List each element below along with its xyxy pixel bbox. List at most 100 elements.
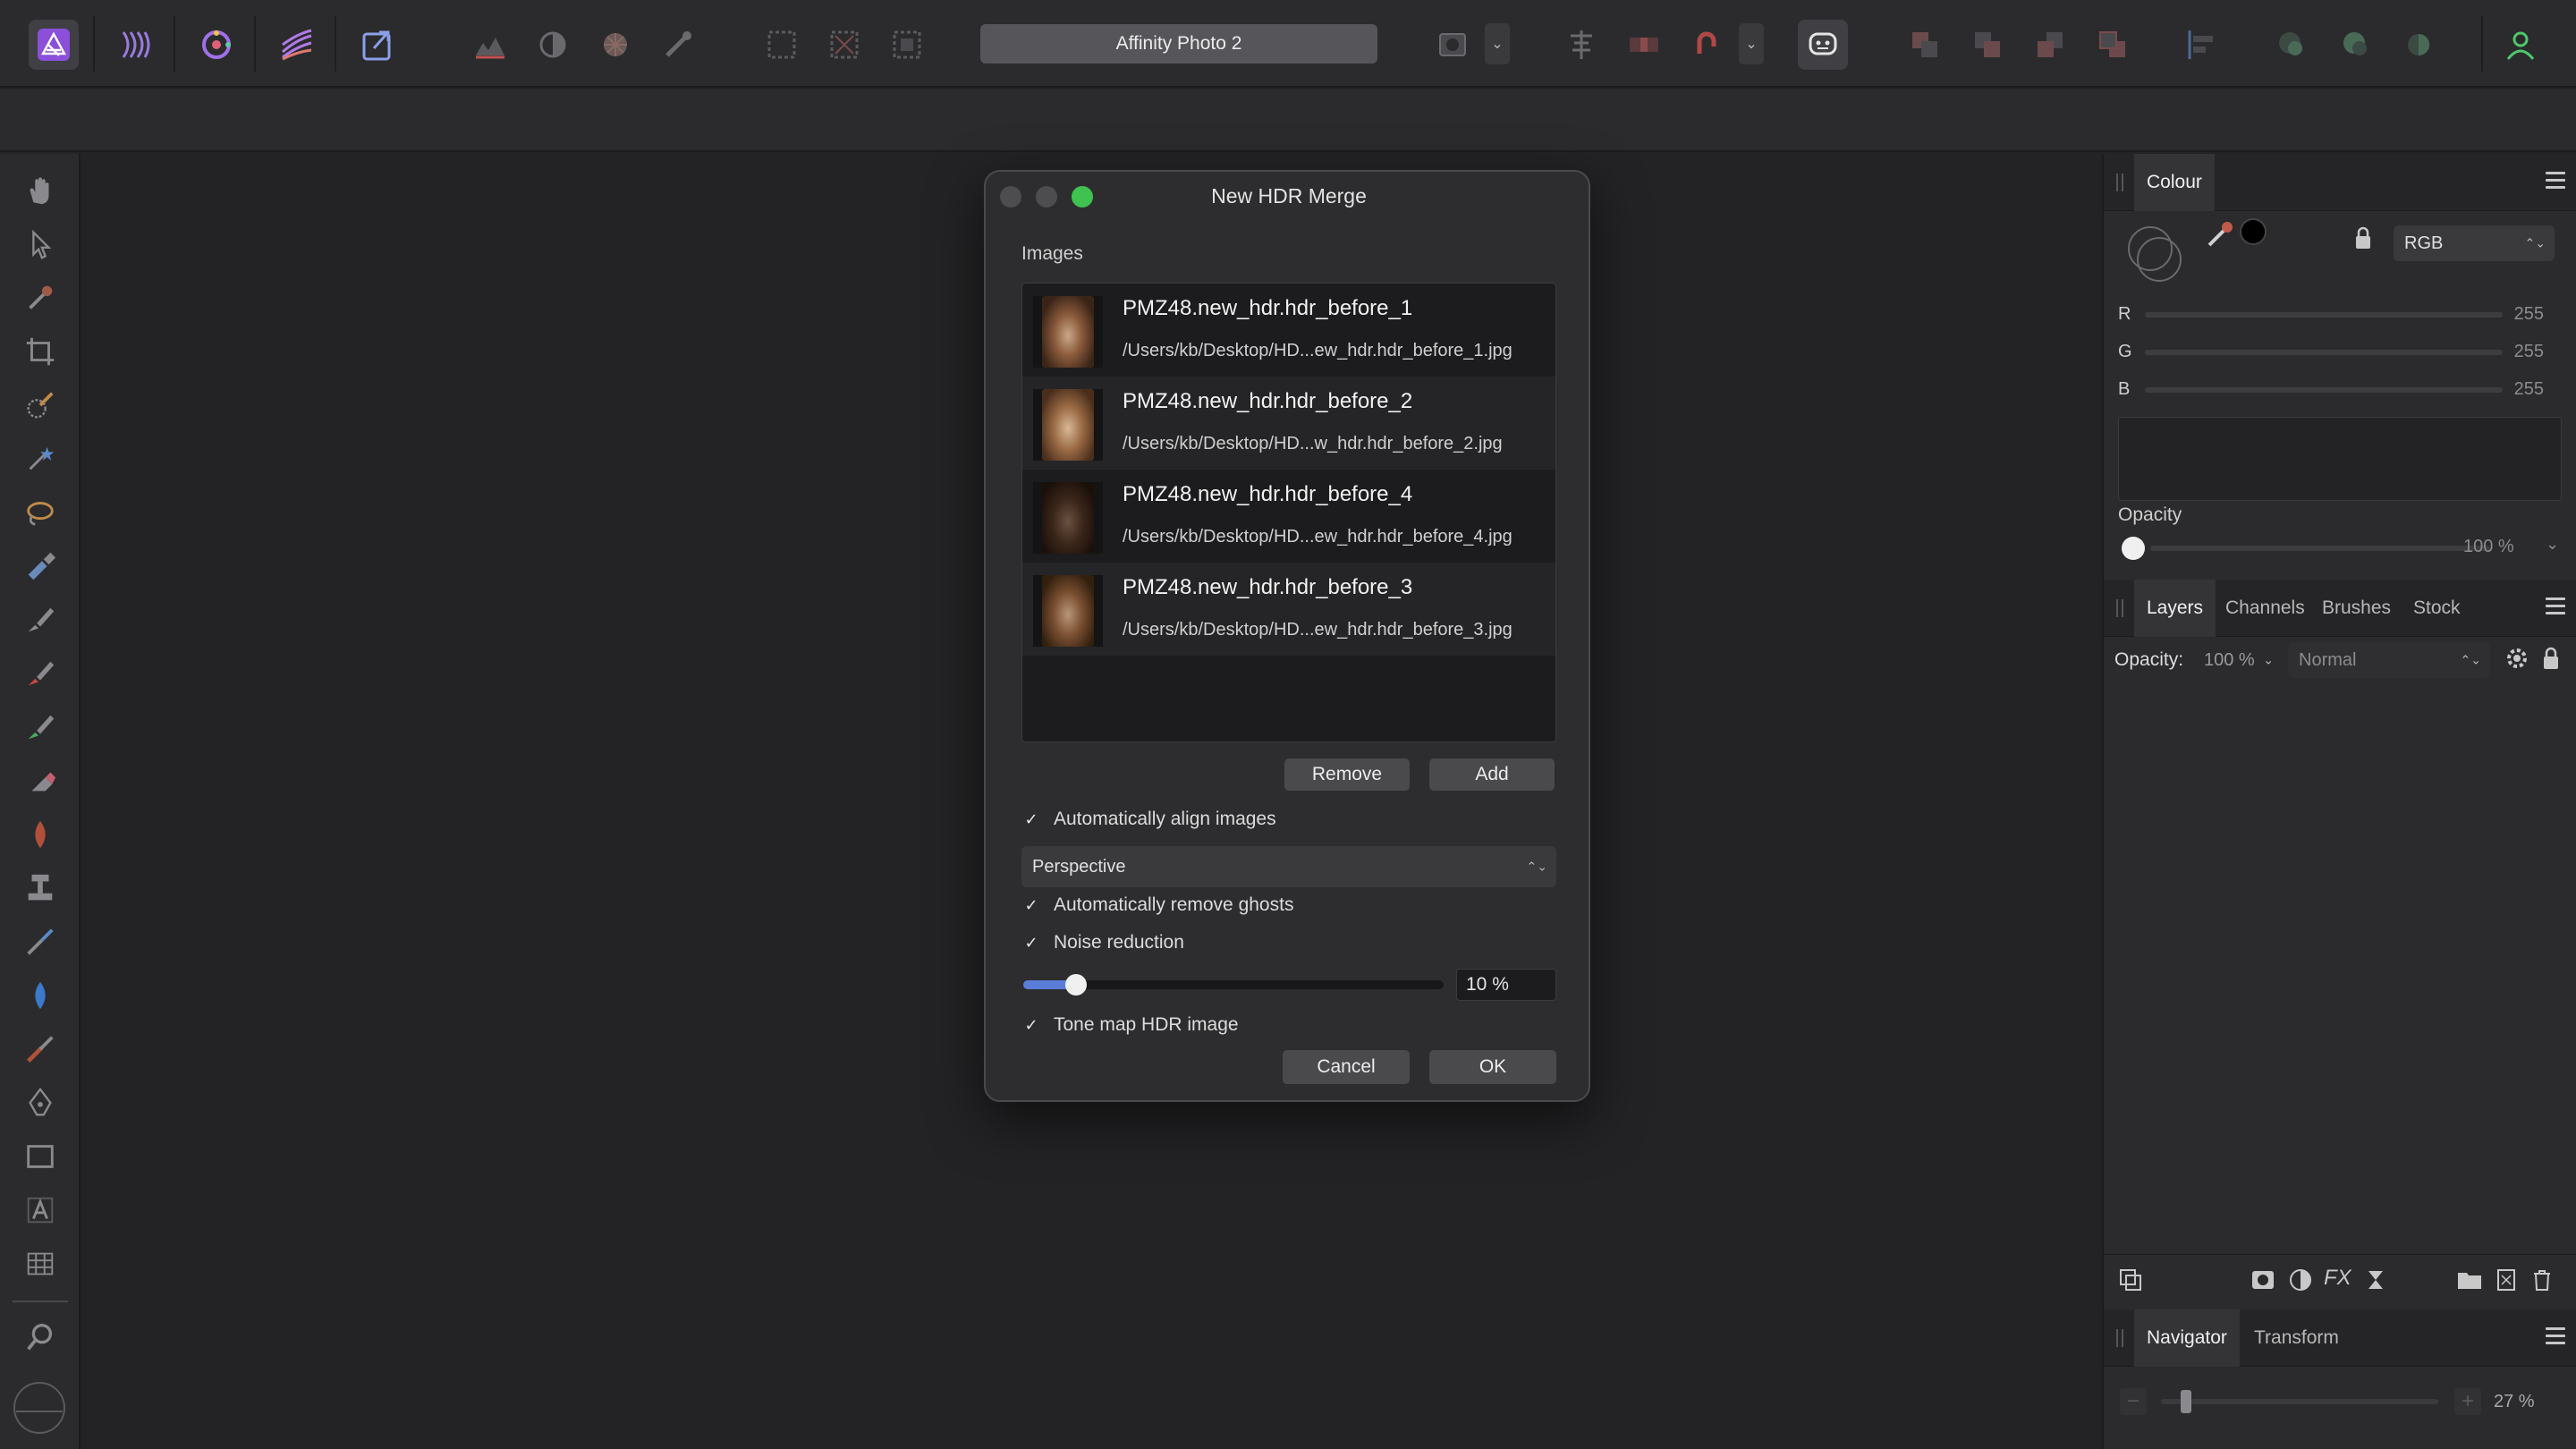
- colour-replacement-tool-icon[interactable]: [20, 707, 61, 748]
- colour-picker-icon[interactable]: [2204, 215, 2240, 250]
- snapping-dropdown[interactable]: ⌄: [1739, 23, 1764, 64]
- group-folder-icon[interactable]: [2456, 1267, 2483, 1292]
- panel-menu-icon[interactable]: [2546, 1327, 2565, 1347]
- arrange-front-icon[interactable]: [2088, 20, 2138, 70]
- chevron-down-icon[interactable]: ⌄: [2546, 535, 2559, 554]
- zoom-tool-icon[interactable]: [20, 1317, 61, 1358]
- tab-navigator[interactable]: Navigator: [2134, 1309, 2240, 1367]
- quick-mask-dropdown[interactable]: ⌄: [1485, 23, 1510, 64]
- user-icon[interactable]: [2496, 20, 2546, 70]
- paint-mixer-tool-icon[interactable]: [20, 546, 61, 587]
- noise-reduction-checkbox-row[interactable]: ✓ Noise reduction: [1021, 930, 1183, 955]
- blend-mode-select[interactable]: Normal ⌃⌄: [2288, 642, 2490, 678]
- images-list[interactable]: PMZ48.new_hdr.hdr_before_1 /Users/kb/Des…: [1021, 283, 1556, 742]
- tone-mapping-persona-icon[interactable]: [272, 20, 322, 70]
- insert-inside-icon[interactable]: [2267, 20, 2317, 70]
- zoom-in-button[interactable]: +: [2454, 1388, 2481, 1415]
- slider-track[interactable]: [2145, 387, 2503, 393]
- align-icon[interactable]: [1556, 20, 1606, 70]
- list-item[interactable]: PMZ48.new_hdr.hdr_before_1 /Users/kb/Des…: [1022, 284, 1555, 377]
- add-button[interactable]: Add: [1429, 758, 1555, 791]
- clone-brush-tool-icon[interactable]: [20, 868, 61, 909]
- green-channel-slider[interactable]: G 255: [2118, 338, 2565, 365]
- panel-grip-icon[interactable]: [2116, 174, 2123, 191]
- tab-transform[interactable]: Transform: [2241, 1309, 2351, 1367]
- panel-grip-icon[interactable]: [2116, 1329, 2123, 1347]
- erase-brush-tool-icon[interactable]: [20, 760, 61, 801]
- colour-circles-icon[interactable]: [2120, 218, 2191, 290]
- lock-icon[interactable]: [2352, 225, 2374, 250]
- move-tool-icon[interactable]: [20, 224, 61, 265]
- colour-spectrum-box[interactable]: [2118, 417, 2562, 501]
- layer-lock-icon[interactable]: [2540, 646, 2562, 671]
- tab-stock[interactable]: Stock: [2401, 580, 2473, 637]
- noise-slider-knob[interactable]: [1065, 974, 1087, 996]
- panel-grip-icon[interactable]: [2116, 599, 2123, 617]
- dodge-brush-tool-icon[interactable]: [20, 814, 61, 855]
- crop-tool-icon[interactable]: [20, 331, 61, 372]
- colour-model-select[interactable]: RGB ⌃⌄: [2394, 225, 2555, 261]
- auto-white-balance-icon[interactable]: [653, 20, 703, 70]
- layers-list[interactable]: [2104, 691, 2576, 1254]
- red-channel-slider[interactable]: R 255: [2118, 301, 2565, 327]
- arrange-layers-icon[interactable]: [2118, 1267, 2143, 1292]
- zoom-slider-knob[interactable]: [2181, 1390, 2191, 1413]
- mesh-warp-tool-icon[interactable]: [20, 1243, 61, 1284]
- paint-brush-tool-icon[interactable]: [20, 599, 61, 640]
- snapping-icon[interactable]: [1682, 20, 1732, 70]
- auto-colours-icon[interactable]: [590, 20, 640, 70]
- remove-ghosts-checkbox-row[interactable]: ✓ Automatically remove ghosts: [1021, 893, 1293, 918]
- slider-track[interactable]: [2145, 350, 2503, 355]
- colour-swatch-icon[interactable]: [13, 1381, 66, 1435]
- deselect-icon[interactable]: [819, 20, 869, 70]
- blue-channel-slider[interactable]: B 255: [2118, 376, 2565, 402]
- blur-brush-tool-icon[interactable]: [20, 975, 61, 1016]
- smudge-brush-tool-icon[interactable]: [20, 1029, 61, 1070]
- healing-brush-tool-icon[interactable]: [20, 921, 61, 962]
- noise-reduction-checkbox[interactable]: ✓: [1021, 933, 1041, 953]
- align-images-checkbox[interactable]: ✓: [1021, 809, 1041, 829]
- insert-top-icon[interactable]: [2394, 20, 2444, 70]
- auto-levels-icon[interactable]: [465, 20, 515, 70]
- pixel-brush-tool-icon[interactable]: [20, 653, 61, 694]
- noise-reduction-slider[interactable]: [1023, 974, 1444, 996]
- insert-behind-icon[interactable]: [2331, 20, 2381, 70]
- list-item[interactable]: PMZ48.new_hdr.hdr_before_4 /Users/kb/Des…: [1022, 470, 1555, 563]
- delete-layer-trash-icon[interactable]: [2529, 1267, 2555, 1292]
- tab-colour[interactable]: Colour: [2134, 154, 2215, 211]
- mask-layer-icon[interactable]: [2250, 1267, 2275, 1292]
- zoom-out-button[interactable]: −: [2120, 1388, 2147, 1415]
- assistant-icon[interactable]: [1798, 20, 1848, 70]
- select-all-icon[interactable]: [757, 20, 807, 70]
- view-tool-hand-icon[interactable]: [20, 170, 61, 211]
- text-tool-icon[interactable]: [20, 1190, 61, 1231]
- list-item[interactable]: PMZ48.new_hdr.hdr_before_2 /Users/kb/Des…: [1022, 377, 1555, 470]
- selection-brush-tool-icon[interactable]: [20, 385, 61, 426]
- force-pixel-alignment-icon[interactable]: [1619, 20, 1669, 70]
- list-item[interactable]: PMZ48.new_hdr.hdr_before_3 /Users/kb/Des…: [1022, 563, 1555, 656]
- photo-persona-icon[interactable]: [29, 20, 79, 70]
- panel-menu-icon[interactable]: [2546, 172, 2565, 191]
- ok-button[interactable]: OK: [1429, 1050, 1556, 1084]
- layer-settings-gear-icon[interactable]: [2504, 646, 2529, 671]
- quick-mask-icon[interactable]: [1428, 20, 1478, 70]
- opacity-knob[interactable]: [2122, 537, 2145, 560]
- color-picker-tool-icon[interactable]: [20, 277, 61, 318]
- pen-tool-icon[interactable]: [20, 1082, 61, 1123]
- flood-select-tool-icon[interactable]: [20, 438, 61, 479]
- fx-layer-icon[interactable]: FX: [2324, 1266, 2352, 1292]
- invert-selection-icon[interactable]: [882, 20, 932, 70]
- noise-reduction-value-field[interactable]: 10 %: [1456, 969, 1556, 1001]
- tone-map-checkbox[interactable]: ✓: [1021, 1015, 1041, 1035]
- tone-map-checkbox-row[interactable]: ✓ Tone map HDR image: [1021, 1013, 1238, 1038]
- slider-track[interactable]: [2145, 312, 2503, 318]
- zoom-slider-track[interactable]: [2161, 1399, 2438, 1404]
- tab-brushes[interactable]: Brushes: [2309, 580, 2403, 637]
- freehand-selection-tool-icon[interactable]: [20, 492, 61, 533]
- tab-channels[interactable]: Channels: [2213, 580, 2318, 637]
- alignment-mode-select[interactable]: Perspective ⌃⌄: [1021, 846, 1556, 887]
- export-persona-icon[interactable]: [352, 20, 402, 70]
- opacity-value[interactable]: 100 %: [2463, 537, 2514, 557]
- align-images-checkbox-row[interactable]: ✓ Automatically align images: [1021, 807, 1275, 832]
- panel-menu-icon[interactable]: [2546, 597, 2565, 617]
